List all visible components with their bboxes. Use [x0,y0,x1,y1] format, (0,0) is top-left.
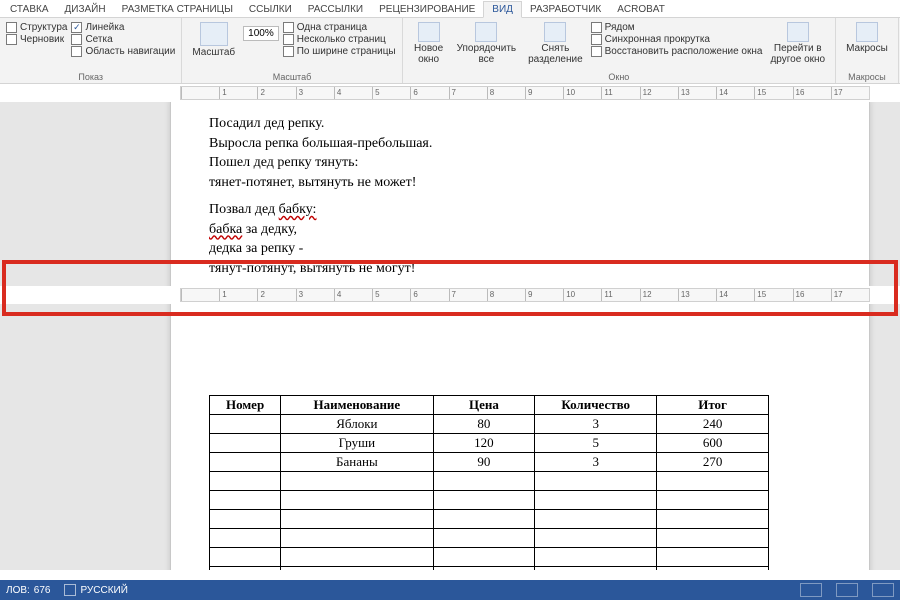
arrange-icon [475,22,497,42]
tab-acrobat[interactable]: ACROBAT [609,2,673,17]
chk-gridlines[interactable]: Сетка [71,34,175,45]
table-row[interactable]: Груши1205600 [210,434,769,453]
new-window-icon [418,22,440,42]
spell-error[interactable]: бабку: [279,202,317,217]
horizontal-ruler-bottom[interactable]: 1234567891011121314151617 [0,286,900,304]
magnifier-icon [200,22,228,46]
view-mode-print[interactable] [836,583,858,597]
status-bar: ЛОВ: 676 РУССКИЙ [0,580,900,600]
tab-developer[interactable]: РАЗРАБОТЧИК [522,2,609,17]
paragraph[interactable]: дедка за репку - [209,240,841,258]
chk-reset-pos[interactable]: Восстановить расположение окна [591,46,763,57]
paragraph[interactable]: Пошел дед репку тянуть: [209,154,841,172]
tab-review[interactable]: РЕЦЕНЗИРОВАНИЕ [371,2,483,17]
switch-windows-button[interactable]: Перейти в другое окно [766,20,829,67]
zoom-percent[interactable]: 100% [243,26,279,41]
table-header-row: Номер Наименование Цена Количество Итог [210,396,769,415]
switch-window-icon [787,22,809,42]
chk-ruler[interactable]: ✓Линейка [71,22,175,33]
table-row[interactable]: Бананы903270 [210,453,769,472]
table-row[interactable] [210,548,769,567]
group-show: Структура Черновик ✓Линейка Сетка Област… [0,18,182,83]
zoom-button[interactable]: Масштаб [188,20,239,61]
arrange-all-button[interactable]: Упорядочить все [453,20,521,67]
spell-error[interactable]: бабка [209,222,242,237]
paragraph[interactable]: тянет-потянет, вытянуть не может! [209,174,841,192]
chk-navpane[interactable]: Область навигации [71,46,175,57]
tab-page-layout[interactable]: РАЗМЕТКА СТРАНИЦЫ [114,2,241,17]
paragraph[interactable]: Посадил дед репку. [209,115,841,133]
page[interactable]: Посадил дед репку. Выросла репка большая… [170,102,870,570]
chk-one-page[interactable]: Одна страница [283,22,396,33]
document-table[interactable]: Номер Наименование Цена Количество Итог … [209,395,769,570]
group-zoom-label: Масштаб [188,72,395,83]
table-total-row: ИТОГО: 1110 [210,567,769,571]
chk-outline[interactable]: Структура [6,22,67,33]
group-window-label: Окно [409,72,829,83]
book-icon [64,584,76,596]
table-row[interactable] [210,472,769,491]
table-row[interactable]: Яблоки803240 [210,415,769,434]
status-word-count[interactable]: ЛОВ: 676 [6,585,50,596]
document-area: Посадил дед репку. Выросла репка большая… [0,102,900,570]
tab-view[interactable]: ВИД [483,1,522,18]
group-show-label: Показ [6,72,175,83]
ribbon-tabs: СТАВКА ДИЗАЙН РАЗМЕТКА СТРАНИЦЫ ССЫЛКИ Р… [0,0,900,18]
macros-icon [856,22,878,42]
chk-side-by-side[interactable]: Рядом [591,22,763,33]
paragraph[interactable]: тянут-потянут, вытянуть не могут! [209,260,841,278]
new-window-button[interactable]: Новое окно [409,20,449,67]
paragraph[interactable]: бабка за дедку, [209,221,841,239]
group-macros-label: Макросы [842,72,892,83]
chk-page-width[interactable]: По ширине страницы [283,46,396,57]
group-zoom: Масштаб 100% Одна страница Несколько стр… [182,18,402,83]
table-row[interactable] [210,510,769,529]
tab-design[interactable]: ДИЗАЙН [57,2,114,17]
split-icon [544,22,566,42]
chk-multi-page[interactable]: Несколько страниц [283,34,396,45]
table-row[interactable] [210,491,769,510]
paragraph[interactable]: Выросла репка большая-пребольшая. [209,135,841,153]
macros-button[interactable]: Макросы [842,20,892,57]
chk-draft[interactable]: Черновик [6,34,67,45]
group-window: Новое окно Упорядочить все Снять разделе… [403,18,836,83]
chk-sync-scroll[interactable]: Синхронная прокрутка [591,34,763,45]
tab-insert[interactable]: СТАВКА [2,2,57,17]
view-mode-web[interactable] [872,583,894,597]
view-mode-read[interactable] [800,583,822,597]
status-language[interactable]: РУССКИЙ [64,584,127,596]
group-macros: Макросы Макросы [836,18,899,83]
tab-references[interactable]: ССЫЛКИ [241,2,300,17]
ribbon: Структура Черновик ✓Линейка Сетка Област… [0,18,900,84]
table-row[interactable] [210,529,769,548]
horizontal-ruler-top[interactable]: 1234567891011121314151617 [0,84,900,102]
remove-split-button[interactable]: Снять разделение [524,20,587,67]
tab-mailings[interactable]: РАССЫЛКИ [300,2,371,17]
paragraph[interactable]: Позвал дед бабку: [209,201,841,219]
